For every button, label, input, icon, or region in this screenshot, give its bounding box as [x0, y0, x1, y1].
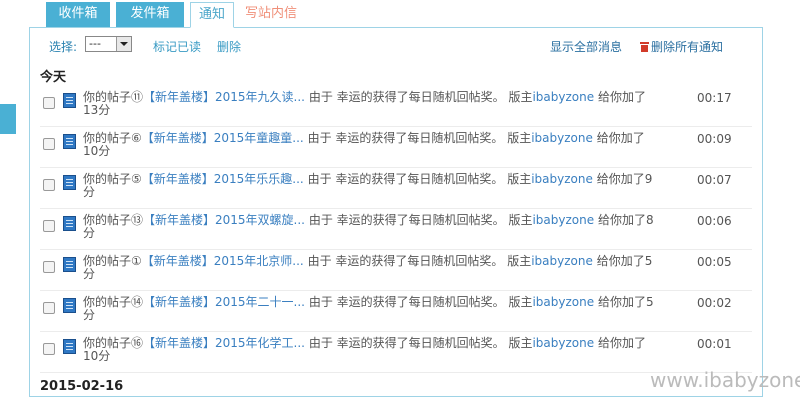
- notification-time: 00:07: [697, 173, 732, 187]
- points-unit: 分: [83, 226, 96, 240]
- select-value: ---: [89, 37, 101, 50]
- tab-outbox[interactable]: 发件箱: [116, 2, 184, 27]
- notification-text: 你的帖子⑬【新年盖楼】2015年双螺旋... 由于 幸运的获得了每日随机回帖奖。…: [83, 214, 683, 240]
- trash-icon: [640, 42, 649, 52]
- post-prefix: 你的帖子①: [83, 254, 142, 268]
- points-text: 给你加了: [597, 336, 646, 350]
- points-text: 给你加了: [597, 90, 646, 104]
- notification-time: 00:17: [697, 91, 732, 105]
- document-icon: [63, 257, 76, 272]
- notification-time: 00:06: [697, 214, 732, 228]
- points-text: 给你加了5: [596, 254, 653, 268]
- post-title-link[interactable]: 【新年盖楼】2015年化学工...: [143, 336, 305, 350]
- post-title-link[interactable]: 【新年盖楼】2015年乐乐趣...: [142, 172, 304, 186]
- delete-all-label: 删除所有通知: [651, 40, 724, 54]
- notification-panel: 选择: --- 标记已读 删除 显示全部消息 删除所有通知 今天 你的帖子⑪【新…: [29, 27, 763, 397]
- moderator-link[interactable]: ibabyzone: [531, 172, 593, 186]
- delete-all-notifications-link[interactable]: 删除所有通知: [640, 38, 723, 55]
- notification-row: 你的帖子⑬【新年盖楼】2015年双螺旋... 由于 幸运的获得了每日随机回帖奖。…: [40, 209, 752, 250]
- document-icon: [63, 216, 76, 231]
- row-checkbox[interactable]: [43, 138, 55, 150]
- notification-row: 你的帖子⑯【新年盖楼】2015年化学工... 由于 幸运的获得了每日随机回帖奖。…: [40, 332, 752, 373]
- show-all-messages-link[interactable]: 显示全部消息: [550, 38, 622, 55]
- moderator-link[interactable]: ibabyzone: [531, 131, 593, 145]
- chevron-down-icon[interactable]: [116, 37, 131, 51]
- notification-reason: 由于 幸运的获得了每日随机回帖奖。 版主: [308, 213, 533, 227]
- post-prefix: 你的帖子⑭: [83, 295, 144, 309]
- toolbar: 选择: --- 标记已读 删除 显示全部消息 删除所有通知: [30, 34, 762, 56]
- notification-row: 你的帖子⑭【新年盖楼】2015年二十一... 由于 幸运的获得了每日随机回帖奖。…: [40, 291, 752, 332]
- points-unit: 10分: [83, 349, 111, 363]
- notification-time: 00:02: [697, 296, 732, 310]
- post-title-link[interactable]: 【新年盖楼】2015年双螺旋...: [143, 213, 305, 227]
- document-icon: [63, 93, 76, 108]
- notification-time: 00:01: [697, 337, 732, 351]
- mark-read-link[interactable]: 标记已读: [153, 38, 201, 55]
- row-checkbox[interactable]: [43, 302, 55, 314]
- post-title-link[interactable]: 【新年盖楼】2015年二十一...: [143, 295, 305, 309]
- moderator-link[interactable]: ibabyzone: [532, 295, 594, 309]
- notification-row: 你的帖子①【新年盖楼】2015年北京师... 由于 幸运的获得了每日随机回帖奖。…: [40, 250, 752, 291]
- points-text: 给你加了: [596, 131, 645, 145]
- post-title-link[interactable]: 【新年盖楼】2015年童趣童...: [142, 131, 304, 145]
- post-prefix: 你的帖子⑥: [83, 131, 142, 145]
- document-icon: [63, 134, 76, 149]
- section-title-today: 今天: [40, 70, 67, 85]
- notification-reason: 由于 幸运的获得了每日随机回帖奖。 版主: [307, 254, 532, 268]
- notification-row: 你的帖子⑪【新年盖楼】2015年九久读... 由于 幸运的获得了每日随机回帖奖。…: [40, 86, 752, 127]
- moderator-link[interactable]: ibabyzone: [531, 254, 593, 268]
- watermark: www.ibabyzone.cn: [650, 368, 800, 392]
- points-unit: 13分: [83, 103, 111, 117]
- points-text: 给你加了9: [596, 172, 653, 186]
- post-prefix: 你的帖子⑯: [83, 336, 144, 350]
- row-checkbox[interactable]: [43, 261, 55, 273]
- points-unit: 分: [83, 185, 96, 199]
- post-title-link[interactable]: 【新年盖楼】2015年北京师...: [142, 254, 304, 268]
- row-checkbox[interactable]: [43, 97, 55, 109]
- points-unit: 分: [83, 308, 96, 322]
- document-icon: [63, 175, 76, 190]
- points-text: 给你加了8: [597, 213, 654, 227]
- side-accent-bar: [0, 104, 16, 134]
- moderator-link[interactable]: ibabyzone: [532, 213, 594, 227]
- notification-text: 你的帖子⑯【新年盖楼】2015年化学工... 由于 幸运的获得了每日随机回帖奖。…: [83, 337, 683, 363]
- points-text: 给你加了5: [597, 295, 654, 309]
- notification-text: 你的帖子⑥【新年盖楼】2015年童趣童... 由于 幸运的获得了每日随机回帖奖。…: [83, 132, 683, 158]
- tab-notifications[interactable]: 通知: [190, 2, 234, 28]
- notification-reason: 由于 幸运的获得了每日随机回帖奖。 版主: [308, 336, 533, 350]
- moderator-link[interactable]: ibabyzone: [532, 336, 594, 350]
- select-dropdown[interactable]: ---: [85, 36, 132, 52]
- post-prefix: 你的帖子⑬: [83, 213, 144, 227]
- delete-link[interactable]: 删除: [217, 38, 241, 55]
- tab-write-message[interactable]: 写站内信: [235, 2, 307, 27]
- select-label: 选择:: [49, 40, 78, 54]
- notification-text: 你的帖子⑭【新年盖楼】2015年二十一... 由于 幸运的获得了每日随机回帖奖。…: [83, 296, 683, 322]
- notification-text: 你的帖子⑤【新年盖楼】2015年乐乐趣... 由于 幸运的获得了每日随机回帖奖。…: [83, 173, 683, 199]
- document-icon: [63, 298, 76, 313]
- notification-reason: 由于 幸运的获得了每日随机回帖奖。 版主: [307, 172, 532, 186]
- post-title-link[interactable]: 【新年盖楼】2015年九久读...: [143, 90, 305, 104]
- notification-reason: 由于 幸运的获得了每日随机回帖奖。 版主: [307, 131, 532, 145]
- post-prefix: 你的帖子⑪: [83, 90, 144, 104]
- post-prefix: 你的帖子⑤: [83, 172, 142, 186]
- notification-time: 00:09: [697, 132, 732, 146]
- tab-inbox[interactable]: 收件箱: [46, 2, 110, 27]
- points-unit: 10分: [83, 144, 111, 158]
- row-checkbox[interactable]: [43, 220, 55, 232]
- row-checkbox[interactable]: [43, 343, 55, 355]
- notification-list: 你的帖子⑪【新年盖楼】2015年九久读... 由于 幸运的获得了每日随机回帖奖。…: [30, 86, 762, 373]
- notification-reason: 由于 幸运的获得了每日随机回帖奖。 版主: [308, 295, 533, 309]
- moderator-link[interactable]: ibabyzone: [532, 90, 594, 104]
- notification-text: 你的帖子①【新年盖楼】2015年北京师... 由于 幸运的获得了每日随机回帖奖。…: [83, 255, 683, 281]
- document-icon: [63, 339, 76, 354]
- notification-row: 你的帖子⑥【新年盖楼】2015年童趣童... 由于 幸运的获得了每日随机回帖奖。…: [40, 127, 752, 168]
- notification-reason: 由于 幸运的获得了每日随机回帖奖。 版主: [308, 90, 533, 104]
- notification-text: 你的帖子⑪【新年盖楼】2015年九久读... 由于 幸运的获得了每日随机回帖奖。…: [83, 91, 683, 117]
- notification-row: 你的帖子⑤【新年盖楼】2015年乐乐趣... 由于 幸运的获得了每日随机回帖奖。…: [40, 168, 752, 209]
- row-checkbox[interactable]: [43, 179, 55, 191]
- points-unit: 分: [83, 267, 96, 281]
- notification-time: 00:05: [697, 255, 732, 269]
